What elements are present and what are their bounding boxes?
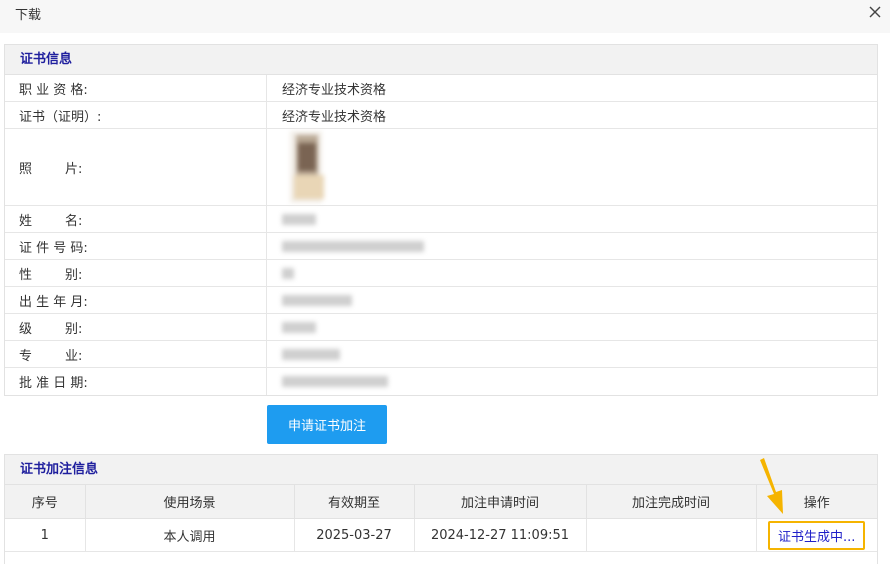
column-header: 加注完成时间 xyxy=(586,485,757,519)
info-row-gender: 性 别: xyxy=(5,260,877,287)
info-label: 照 片: xyxy=(5,129,267,205)
info-value xyxy=(267,206,877,232)
annotation-info-section: 证书加注信息 序号 使用场景 有效期至 加注申请时间 加注完成时间 操作 1 本… xyxy=(4,454,878,564)
info-row-certificate: 证书（证明）: 经济专业技术资格 xyxy=(5,102,877,129)
redacted-value xyxy=(282,294,352,306)
info-value xyxy=(267,368,877,395)
photo-image xyxy=(290,131,324,203)
apply-annotation-button[interactable]: 申请证书加注 xyxy=(267,405,387,444)
dialog-title: 下载 xyxy=(15,8,42,23)
info-label: 级 别: xyxy=(5,314,267,340)
redacted-value xyxy=(282,213,316,225)
info-row-photo: 照 片: xyxy=(5,129,877,206)
info-row-approval-date: 批 准 日 期: xyxy=(5,368,877,395)
info-value: 经济专业技术资格 xyxy=(282,109,387,125)
cell-index: 1 xyxy=(5,518,86,552)
annotation-table: 序号 使用场景 有效期至 加注申请时间 加注完成时间 操作 1 本人调用 202… xyxy=(5,485,877,552)
info-value: 经济专业技术资格 xyxy=(282,82,387,98)
info-label: 性 别: xyxy=(5,260,267,286)
certificate-info-header: 证书信息 xyxy=(5,45,877,75)
info-label: 批 准 日 期: xyxy=(5,368,267,395)
info-value xyxy=(267,287,877,313)
cell-apply-time: 2024-12-27 11:09:51 xyxy=(414,518,587,552)
column-header: 加注申请时间 xyxy=(414,485,587,519)
certificate-generating-link[interactable]: 证书生成中... xyxy=(768,520,866,550)
info-label: 出 生 年 月: xyxy=(5,287,267,313)
table-header-row: 序号 使用场景 有效期至 加注申请时间 加注完成时间 操作 xyxy=(5,485,877,519)
info-label: 证书（证明）: xyxy=(5,102,267,128)
annotation-info-header: 证书加注信息 xyxy=(5,455,877,485)
dialog-titlebar: 下载 xyxy=(0,0,890,33)
info-value xyxy=(267,314,877,340)
close-icon[interactable] xyxy=(868,5,882,19)
arrow-icon xyxy=(760,458,783,514)
redacted-value xyxy=(282,267,294,279)
cell-action: 证书生成中... xyxy=(756,518,877,552)
info-label: 姓 名: xyxy=(5,206,267,232)
redacted-value xyxy=(282,348,340,360)
redacted-value xyxy=(282,376,388,387)
info-value xyxy=(267,260,877,286)
column-header: 有效期至 xyxy=(294,485,415,519)
info-label: 证 件 号 码: xyxy=(5,233,267,259)
info-row-id-number: 证 件 号 码: xyxy=(5,233,877,260)
info-value xyxy=(267,341,877,367)
info-row-level: 级 别: xyxy=(5,314,877,341)
info-row-name: 姓 名: xyxy=(5,206,877,233)
info-row-birth: 出 生 年 月: xyxy=(5,287,877,314)
info-value xyxy=(267,129,877,205)
table-row: 1 本人调用 2025-03-27 2024-12-27 11:09:51 证书… xyxy=(5,518,877,552)
info-value xyxy=(267,233,877,259)
info-label: 专 业: xyxy=(5,341,267,367)
info-row-qualification: 职 业 资 格: 经济专业技术资格 xyxy=(5,75,877,102)
info-label: 职 业 资 格: xyxy=(5,75,267,101)
redacted-value xyxy=(282,240,424,252)
redacted-value xyxy=(282,321,316,333)
cell-done-time xyxy=(586,518,757,552)
cell-scene: 本人调用 xyxy=(85,518,295,552)
info-row-major: 专 业: xyxy=(5,341,877,368)
certificate-info-section: 证书信息 职 业 资 格: 经济专业技术资格 证书（证明）: 经济专业技术资格 … xyxy=(4,44,878,396)
column-header: 序号 xyxy=(5,485,86,519)
cell-valid-until: 2025-03-27 xyxy=(294,518,415,552)
column-header: 使用场景 xyxy=(85,485,295,519)
